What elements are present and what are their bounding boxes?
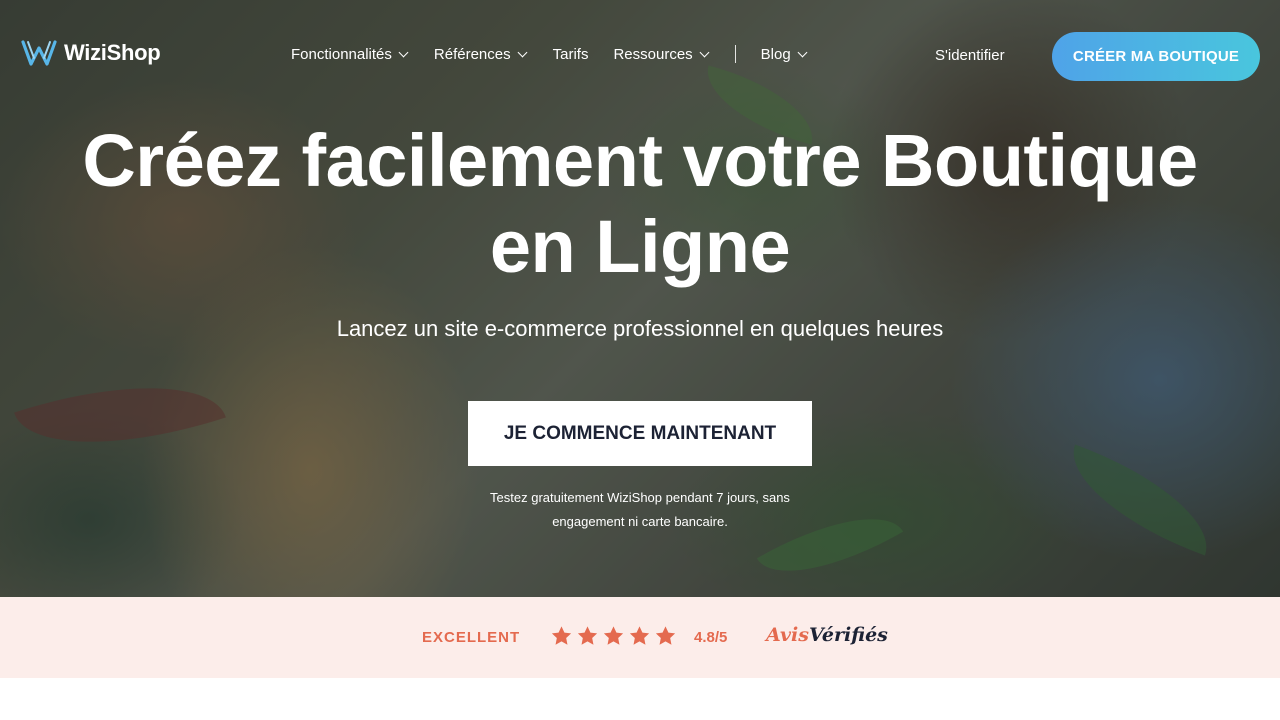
main-menu: Fonctionnalités Références Tarifs Ressou…: [291, 45, 833, 63]
trial-note-line-1: Testez gratuitement WiziShop pendant 7 j…: [490, 490, 790, 505]
chevron-down-icon: [517, 47, 528, 58]
rating-score: 4.8/5: [694, 629, 728, 646]
nav-item-blog[interactable]: Blog: [761, 46, 808, 63]
rating-stars: [550, 625, 677, 647]
brand-name: WiziShop: [64, 40, 161, 65]
brand-logo[interactable]: WiziShop: [20, 38, 161, 68]
headline-line-2: en Ligne: [489, 205, 791, 288]
star-icon: [603, 626, 624, 645]
star-icon: [655, 626, 676, 645]
hero-subtitle: Lancez un site e-commerce professionnel …: [336, 316, 944, 341]
top-navigation: WiziShop Fonctionnalités Références Tari…: [0, 0, 1280, 110]
trial-note-line-2: engagement ni carte bancaire.: [552, 514, 728, 529]
chevron-down-icon: [398, 47, 409, 58]
nav-divider: [734, 45, 736, 63]
trial-note: Testez gratuitement WiziShop pendant 7 j…: [460, 486, 820, 534]
provider-name-part1: Avis: [766, 624, 809, 646]
star-icon: [577, 626, 598, 645]
star-icon: [629, 626, 650, 645]
nav-item-references[interactable]: Références: [434, 46, 528, 63]
nav-item-tarifs[interactable]: Tarifs: [553, 46, 589, 63]
create-shop-button[interactable]: CRÉER MA BOUTIQUE: [1052, 32, 1260, 81]
provider-name-part2: Vérifiés: [808, 624, 888, 646]
chevron-down-icon: [797, 47, 808, 58]
nav-item-label: Blog: [760, 45, 791, 63]
nav-item-label: Fonctionnalités: [291, 45, 392, 63]
start-now-button[interactable]: JE COMMENCE MAINTENANT: [468, 401, 812, 466]
headline-line-1: Créez facilement votre Boutique: [82, 119, 1198, 202]
nav-item-ressources[interactable]: Ressources: [613, 45, 710, 63]
avis-verifies-logo[interactable]: AvisVérifiés: [766, 624, 888, 646]
login-link[interactable]: S'identifier: [935, 47, 1005, 64]
chevron-down-icon: [699, 47, 710, 58]
nav-item-fonctionnalites[interactable]: Fonctionnalités: [291, 46, 409, 63]
rating-strip: EXCELLENT 4.8/5 AvisVérifiés: [0, 597, 1280, 678]
hero-headline: Créez facilement votre Boutique en Ligne: [0, 118, 1280, 290]
star-icon: [551, 626, 572, 645]
rating-label: EXCELLENT: [422, 629, 521, 646]
wizishop-logo-icon: [21, 40, 57, 66]
nav-item-label: Tarifs: [552, 45, 589, 63]
nav-item-label: Références: [433, 45, 511, 63]
nav-item-label: Ressources: [613, 45, 693, 63]
